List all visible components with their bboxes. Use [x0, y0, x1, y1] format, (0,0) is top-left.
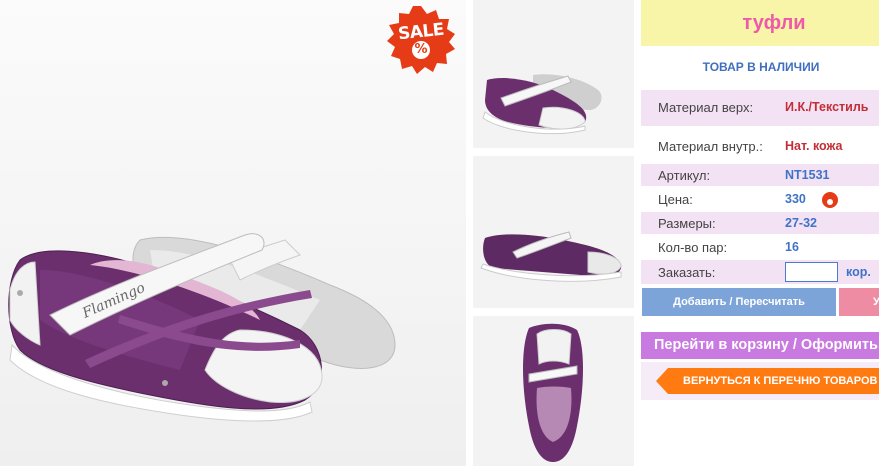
spec-row-material-top: Материал верх: И.К./Текстиль: [641, 90, 879, 126]
sizes-label: Размеры:: [658, 216, 716, 231]
sale-badge[interactable]: SALE %: [385, 4, 457, 76]
spec-row-article: Артикул: NT1531: [641, 164, 879, 186]
price-value: 330: [785, 192, 806, 206]
thumbnail-shoe-side: [473, 0, 634, 148]
go-to-cart-button[interactable]: Перейти в корзину / Оформить: [641, 332, 879, 359]
mini-sale-icon: [822, 192, 838, 208]
thumbnail-top-view[interactable]: [473, 316, 634, 466]
material-inner-label: Материал внутр.:: [658, 139, 763, 154]
material-inner-value: Нат. кожа: [785, 139, 843, 153]
spec-row-material-inner: Материал внутр.: Нат. кожа: [641, 126, 879, 160]
spec-row-sizes: Размеры: 27-32: [641, 212, 879, 234]
pairs-value: 16: [785, 240, 799, 254]
article-label: Артикул:: [658, 168, 711, 183]
back-to-list-button[interactable]: ВЕРНУТЬСЯ К ПЕРЕЧНЮ ТОВАРОВ: [668, 368, 879, 394]
price-label: Цена:: [658, 192, 693, 207]
pairs-label: Кол-во пар:: [658, 240, 728, 255]
article-value: NT1531: [785, 168, 830, 182]
thumbnail-side-view[interactable]: [473, 0, 634, 148]
add-recalculate-button[interactable]: Добавить / Пересчитать: [642, 288, 836, 316]
stock-status: ТОВАР В НАЛИЧИИ: [702, 60, 820, 74]
order-unit-label: кор.: [846, 265, 871, 279]
sizes-value: 27-32: [785, 216, 817, 230]
thumbnail-shoe-profile: [473, 156, 634, 308]
back-arrow-icon: [656, 368, 668, 394]
order-label: Заказать:: [658, 265, 716, 280]
main-product-photo[interactable]: Flamingo SALE %: [0, 0, 466, 466]
order-quantity-input[interactable]: [785, 262, 838, 282]
spec-row-pairs: Кол-во пар: 16: [641, 236, 879, 258]
material-top-label: Материал верх:: [658, 100, 754, 115]
material-top-value: И.К./Текстиль: [785, 100, 869, 114]
spec-row-price: Цена: 330: [641, 188, 879, 210]
remove-button[interactable]: У: [839, 288, 879, 316]
product-title: туфли: [641, 0, 879, 46]
back-button-area: ВЕРНУТЬСЯ К ПЕРЕЧНЮ ТОВАРОВ: [641, 362, 879, 400]
thumbnail-profile-view[interactable]: [473, 156, 634, 308]
thumbnail-shoe-top: [473, 316, 634, 466]
spec-row-order: Заказать: кор.: [641, 260, 879, 284]
sale-percent-icon: %: [412, 41, 430, 59]
